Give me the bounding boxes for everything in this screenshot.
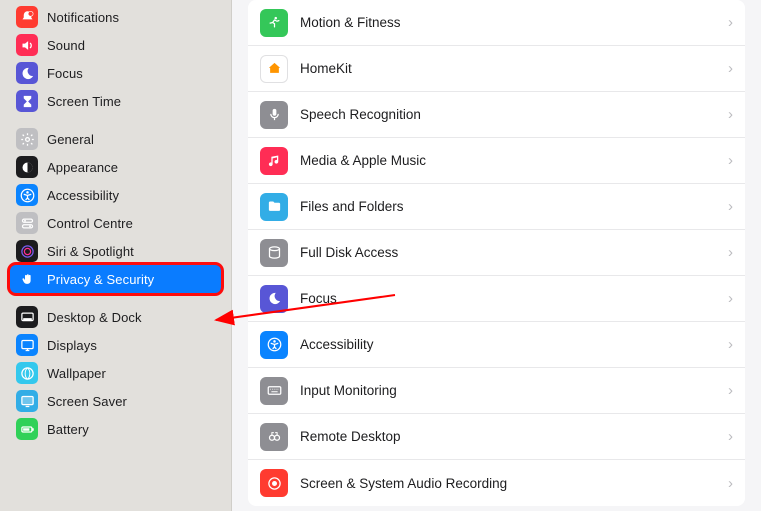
settings-row-label: Remote Desktop — [300, 429, 728, 444]
siri-icon — [16, 240, 38, 262]
chevron-right-icon: › — [728, 382, 733, 399]
settings-row-label: Files and Folders — [300, 199, 728, 214]
sidebar: Notifications Sound Focus Screen Time Genera… — [0, 0, 232, 511]
chevron-right-icon: › — [728, 152, 733, 169]
settings-row-focus[interactable]: Focus› — [248, 276, 745, 322]
settings-row-label: Full Disk Access — [300, 245, 728, 260]
sidebar-item-label: General — [47, 132, 94, 147]
sidebar-item-sound[interactable]: Sound — [10, 31, 221, 59]
sidebar-item-label: Displays — [47, 338, 97, 353]
music-icon — [260, 147, 288, 175]
speaker-icon — [16, 34, 38, 56]
sidebar-item-accessibility[interactable]: Accessibility — [10, 181, 221, 209]
settings-row-files-and-folders[interactable]: Files and Folders› — [248, 184, 745, 230]
sidebar-item-focus[interactable]: Focus — [10, 59, 221, 87]
settings-row-label: Input Monitoring — [300, 383, 728, 398]
chevron-right-icon: › — [728, 106, 733, 123]
hourglass-icon — [16, 90, 38, 112]
sidebar-item-siri-spotlight[interactable]: Siri & Spotlight — [10, 237, 221, 265]
settings-list: Motion & Fitness›HomeKit›Speech Recognit… — [248, 0, 745, 506]
chevron-right-icon: › — [728, 14, 733, 31]
moon-icon — [16, 62, 38, 84]
chevron-right-icon: › — [728, 198, 733, 215]
sidebar-item-label: Screen Saver — [47, 394, 127, 409]
sidebar-item-label: Desktop & Dock — [47, 310, 142, 325]
sidebar-item-label: Notifications — [47, 10, 119, 25]
settings-row-label: Speech Recognition — [300, 107, 728, 122]
sidebar-item-appearance[interactable]: Appearance — [10, 153, 221, 181]
sidebar-item-label: Wallpaper — [47, 366, 106, 381]
sidebar-item-displays[interactable]: Displays — [10, 331, 221, 359]
settings-row-label: Motion & Fitness — [300, 15, 728, 30]
settings-row-homekit[interactable]: HomeKit› — [248, 46, 745, 92]
displays-icon — [16, 334, 38, 356]
settings-row-input-monitoring[interactable]: Input Monitoring› — [248, 368, 745, 414]
keyboard-icon — [260, 377, 288, 405]
settings-row-speech-recognition[interactable]: Speech Recognition› — [248, 92, 745, 138]
settings-row-accessibility[interactable]: Accessibility› — [248, 322, 745, 368]
sidebar-item-notifications[interactable]: Notifications — [10, 3, 221, 31]
home-icon — [260, 55, 288, 83]
chevron-right-icon: › — [728, 244, 733, 261]
settings-row-label: Focus — [300, 291, 728, 306]
settings-row-motion-fitness[interactable]: Motion & Fitness› — [248, 0, 745, 46]
main-panel: Motion & Fitness›HomeKit›Speech Recognit… — [232, 0, 761, 511]
hand-icon — [16, 268, 38, 290]
chevron-right-icon: › — [728, 60, 733, 77]
record-icon — [260, 469, 288, 497]
settings-row-full-disk-access[interactable]: Full Disk Access› — [248, 230, 745, 276]
bell-badge-icon — [16, 6, 38, 28]
accessibility-icon — [16, 184, 38, 206]
sidebar-item-screen-time[interactable]: Screen Time — [10, 87, 221, 115]
screensaver-icon — [16, 390, 38, 412]
battery-icon — [16, 418, 38, 440]
chevron-right-icon: › — [728, 475, 733, 492]
sidebar-item-label: Sound — [47, 38, 85, 53]
sidebar-item-privacy-security[interactable]: Privacy & Security — [10, 265, 221, 293]
folder-icon — [260, 193, 288, 221]
sidebar-item-battery[interactable]: Battery — [10, 415, 221, 443]
chevron-right-icon: › — [728, 428, 733, 445]
sidebar-item-label: Screen Time — [47, 94, 121, 109]
sidebar-item-wallpaper[interactable]: Wallpaper — [10, 359, 221, 387]
sidebar-item-desktop-dock[interactable]: Desktop & Dock — [10, 303, 221, 331]
sidebar-item-label: Focus — [47, 66, 83, 81]
settings-row-label: Accessibility — [300, 337, 728, 352]
running-icon — [260, 9, 288, 37]
disk-icon — [260, 239, 288, 267]
settings-row-label: Media & Apple Music — [300, 153, 728, 168]
sidebar-item-label: Control Centre — [47, 216, 133, 231]
sidebar-item-general[interactable]: General — [10, 125, 221, 153]
chevron-right-icon: › — [728, 290, 733, 307]
appearance-icon — [16, 156, 38, 178]
settings-row-remote-desktop[interactable]: Remote Desktop› — [248, 414, 745, 460]
wallpaper-icon — [16, 362, 38, 384]
settings-row-label: HomeKit — [300, 61, 728, 76]
sidebar-item-label: Appearance — [47, 160, 118, 175]
gear-icon — [16, 128, 38, 150]
dock-icon — [16, 306, 38, 328]
sidebar-item-label: Battery — [47, 422, 89, 437]
binoculars-icon — [260, 423, 288, 451]
chevron-right-icon: › — [728, 336, 733, 353]
settings-row-media-apple-music[interactable]: Media & Apple Music› — [248, 138, 745, 184]
control-centre-icon — [16, 212, 38, 234]
sidebar-item-control-centre[interactable]: Control Centre — [10, 209, 221, 237]
sidebar-item-label: Siri & Spotlight — [47, 244, 134, 259]
moon-icon — [260, 285, 288, 313]
microphone-icon — [260, 101, 288, 129]
settings-row-screen-system-audio-recording[interactable]: Screen & System Audio Recording› — [248, 460, 745, 506]
sidebar-item-label: Accessibility — [47, 188, 119, 203]
sidebar-item-label: Privacy & Security — [47, 272, 154, 287]
sidebar-item-screen-saver[interactable]: Screen Saver — [10, 387, 221, 415]
accessibility-icon — [260, 331, 288, 359]
settings-row-label: Screen & System Audio Recording — [300, 476, 728, 491]
